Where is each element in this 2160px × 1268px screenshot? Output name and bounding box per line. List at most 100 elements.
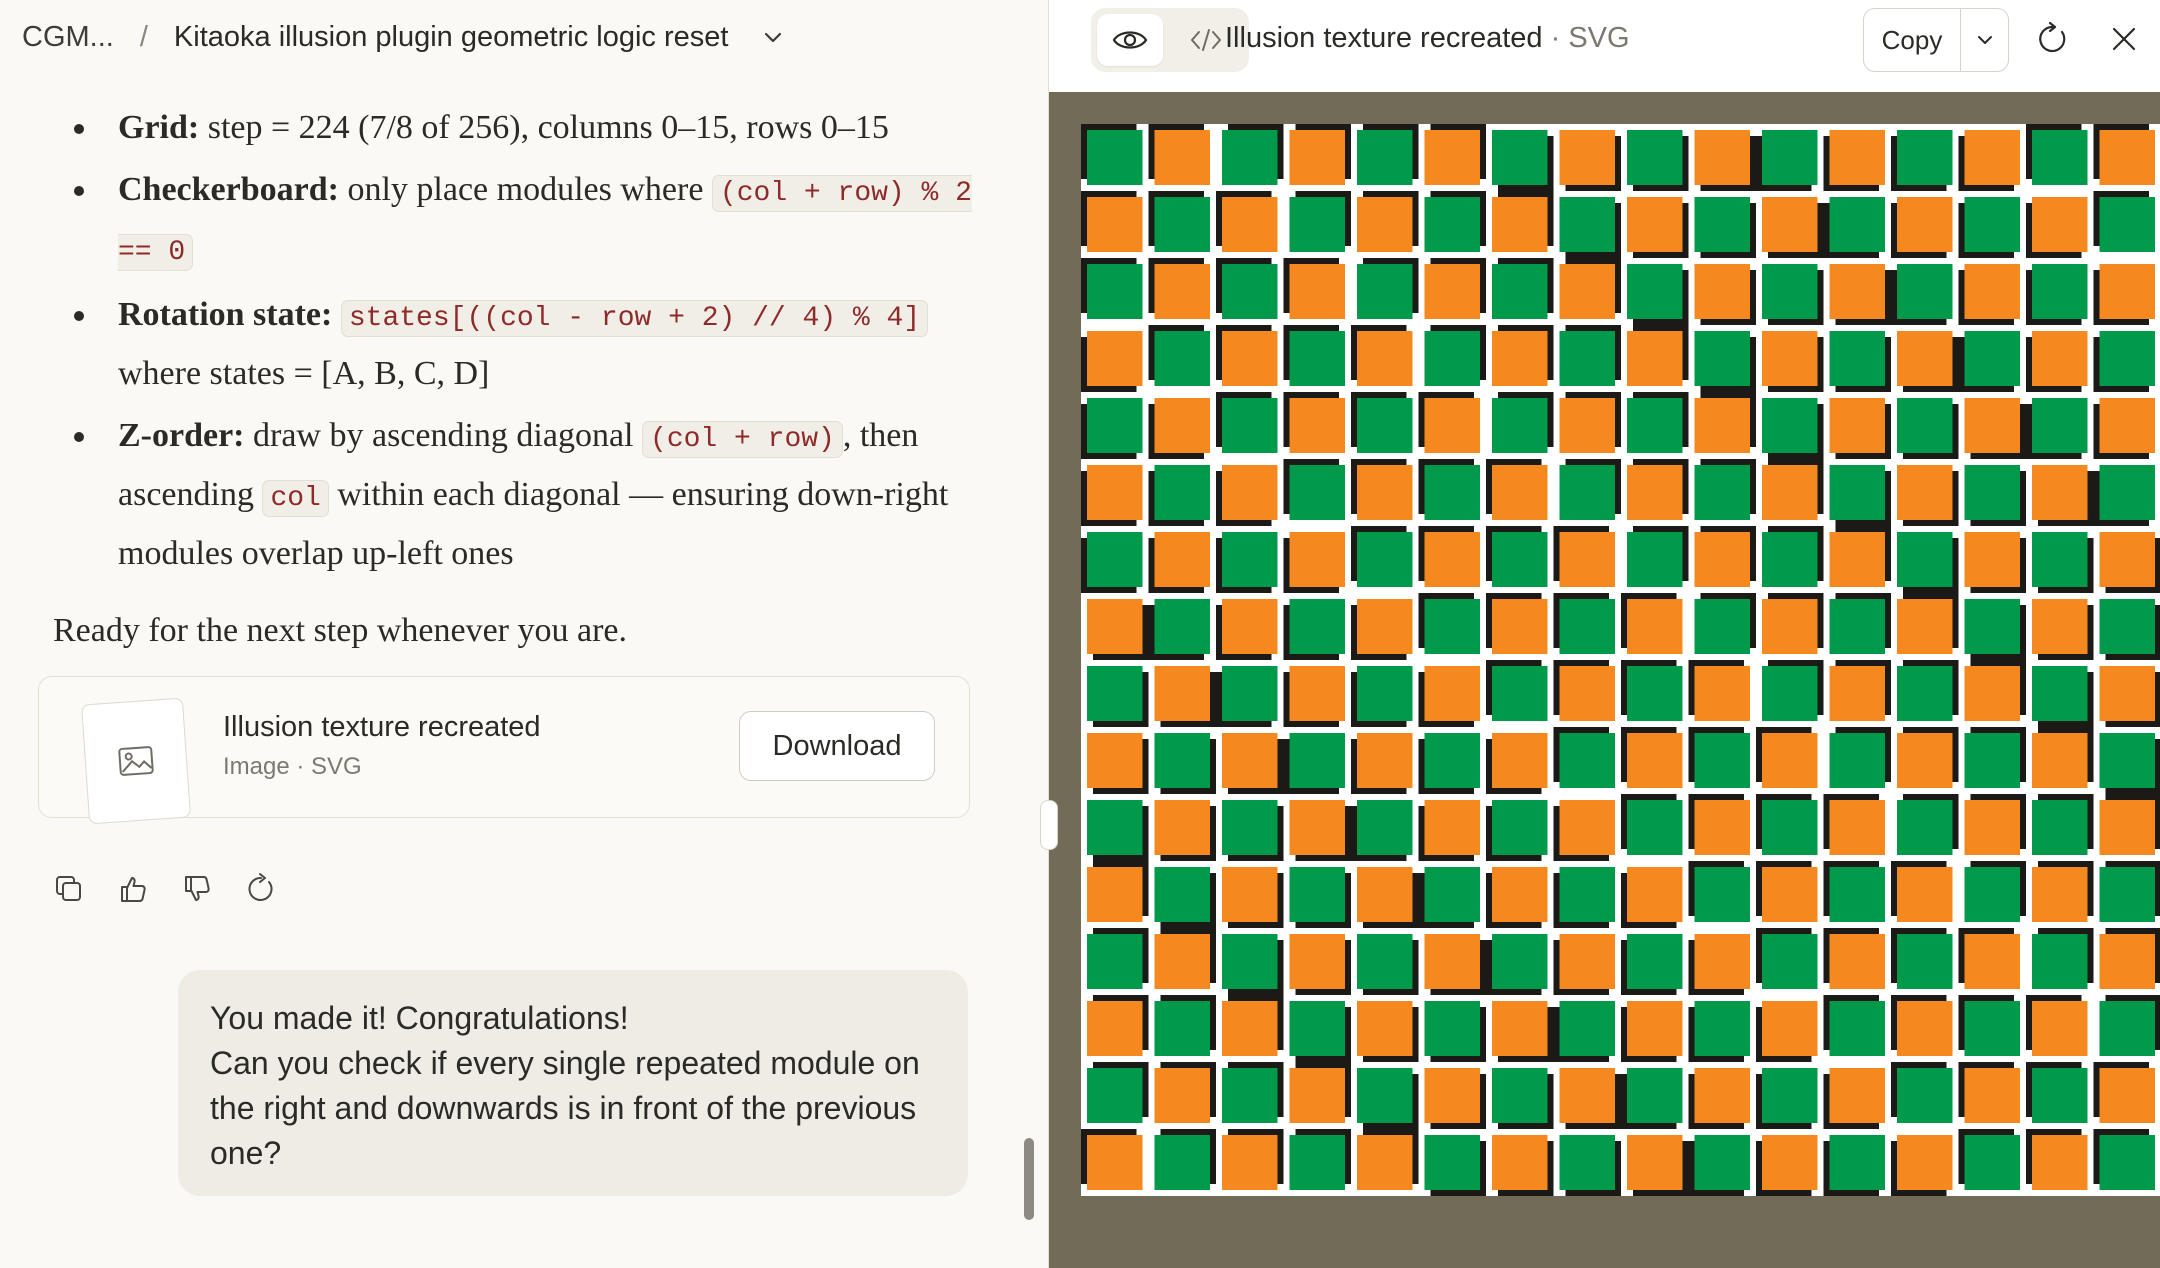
chat-pane: CGM... / Kitaoka illusion plugin geometr… [0, 0, 1048, 1268]
green-module [1222, 800, 1278, 855]
green-module [1829, 733, 1885, 788]
refresh-icon[interactable] [2033, 20, 2071, 58]
green-module [1829, 867, 1885, 922]
orange-module [1424, 666, 1480, 721]
orange-module [1424, 800, 1480, 855]
green-module [1087, 264, 1143, 319]
orange-module [1087, 733, 1143, 788]
breadcrumb-project[interactable]: CGM... [22, 21, 114, 54]
orange-module [1627, 1001, 1683, 1056]
green-module [2032, 264, 2088, 319]
orange-module [2032, 1001, 2088, 1056]
thumbs-up-icon[interactable] [116, 872, 150, 906]
chevron-down-icon[interactable] [1961, 9, 2008, 71]
orange-module [1897, 197, 1953, 252]
orange-module [2032, 197, 2088, 252]
green-module [1492, 532, 1548, 587]
green-module [1694, 599, 1750, 654]
bullet-item: Z-order: draw by ascending diagonal (col… [72, 408, 972, 581]
orange-module [1289, 934, 1345, 989]
pane-resize-handle[interactable] [1040, 800, 1058, 850]
orange-module [1154, 934, 1210, 989]
orange-module [1087, 867, 1143, 922]
green-module [1289, 599, 1345, 654]
green-module [2032, 532, 2088, 587]
orange-module [1087, 465, 1143, 520]
orange-module [1357, 197, 1413, 252]
green-module [1289, 1135, 1345, 1190]
orange-module [1762, 331, 1818, 386]
conversation-title[interactable]: Kitaoka illusion plugin geometric logic … [174, 21, 729, 54]
copy-split-button: Copy [1863, 8, 2009, 72]
green-module [2032, 398, 2088, 453]
green-module [2099, 733, 2155, 788]
green-module [1897, 398, 1953, 453]
close-icon[interactable] [2105, 20, 2143, 58]
orange-module [1694, 800, 1750, 855]
green-module [1087, 1068, 1143, 1123]
orange-module [1154, 264, 1210, 319]
orange-module [1627, 197, 1683, 252]
orange-module [1559, 532, 1615, 587]
chat-scrollbar[interactable] [1024, 1138, 1034, 1220]
green-module [1424, 1135, 1480, 1190]
download-button[interactable]: Download [739, 711, 935, 781]
green-module [1964, 599, 2020, 654]
orange-module [1559, 800, 1615, 855]
green-module [2032, 934, 2088, 989]
green-module [1154, 465, 1210, 520]
thumbs-down-icon[interactable] [180, 872, 214, 906]
green-module [1357, 398, 1413, 453]
chevron-down-icon[interactable] [762, 23, 790, 51]
orange-module [1222, 331, 1278, 386]
copy-icon[interactable] [52, 872, 86, 906]
orange-module [1762, 465, 1818, 520]
green-module [2099, 867, 2155, 922]
green-module [1897, 130, 1953, 185]
orange-module [1222, 1135, 1278, 1190]
green-module [1357, 264, 1413, 319]
orange-module [1627, 733, 1683, 788]
orange-module [1762, 733, 1818, 788]
orange-module [1424, 934, 1480, 989]
green-module [1087, 398, 1143, 453]
user-message-bubble: You made it! Congratulations! Can you ch… [178, 970, 968, 1196]
orange-module [1154, 666, 1210, 721]
green-module [1559, 733, 1615, 788]
orange-module [2099, 398, 2155, 453]
inline-code: (col + row) [642, 421, 843, 458]
orange-module [1087, 599, 1143, 654]
eye-icon[interactable] [1097, 14, 1163, 66]
orange-module [1357, 465, 1413, 520]
green-module [1829, 331, 1885, 386]
green-module [1357, 800, 1413, 855]
image-icon [80, 697, 192, 825]
retry-icon[interactable] [244, 872, 278, 906]
green-module [1492, 130, 1548, 185]
assistant-closing-text: Ready for the next step whenever you are… [53, 612, 627, 649]
green-module [1627, 666, 1683, 721]
header-fade [0, 74, 1048, 88]
artifact-card[interactable]: Illusion texture recreated Image · SVG D… [38, 676, 970, 825]
green-module [2099, 331, 2155, 386]
green-module [1559, 1001, 1615, 1056]
orange-module [1897, 733, 1953, 788]
green-module [1357, 1068, 1413, 1123]
green-module [1087, 532, 1143, 587]
green-module [1694, 1001, 1750, 1056]
orange-module [2099, 532, 2155, 587]
bullet-text: where states = [A, B, C, D] [118, 355, 490, 392]
orange-module [1559, 666, 1615, 721]
orange-module [1964, 1068, 2020, 1123]
orange-module [1559, 1068, 1615, 1123]
green-module [1559, 331, 1615, 386]
green-module [1694, 465, 1750, 520]
green-module [1627, 934, 1683, 989]
green-module [1222, 934, 1278, 989]
illusion-texture-image [1081, 124, 2160, 1196]
green-module [1357, 666, 1413, 721]
green-module [1627, 532, 1683, 587]
orange-module [1829, 130, 1885, 185]
copy-button[interactable]: Copy [1864, 9, 1961, 71]
green-module [1087, 800, 1143, 855]
